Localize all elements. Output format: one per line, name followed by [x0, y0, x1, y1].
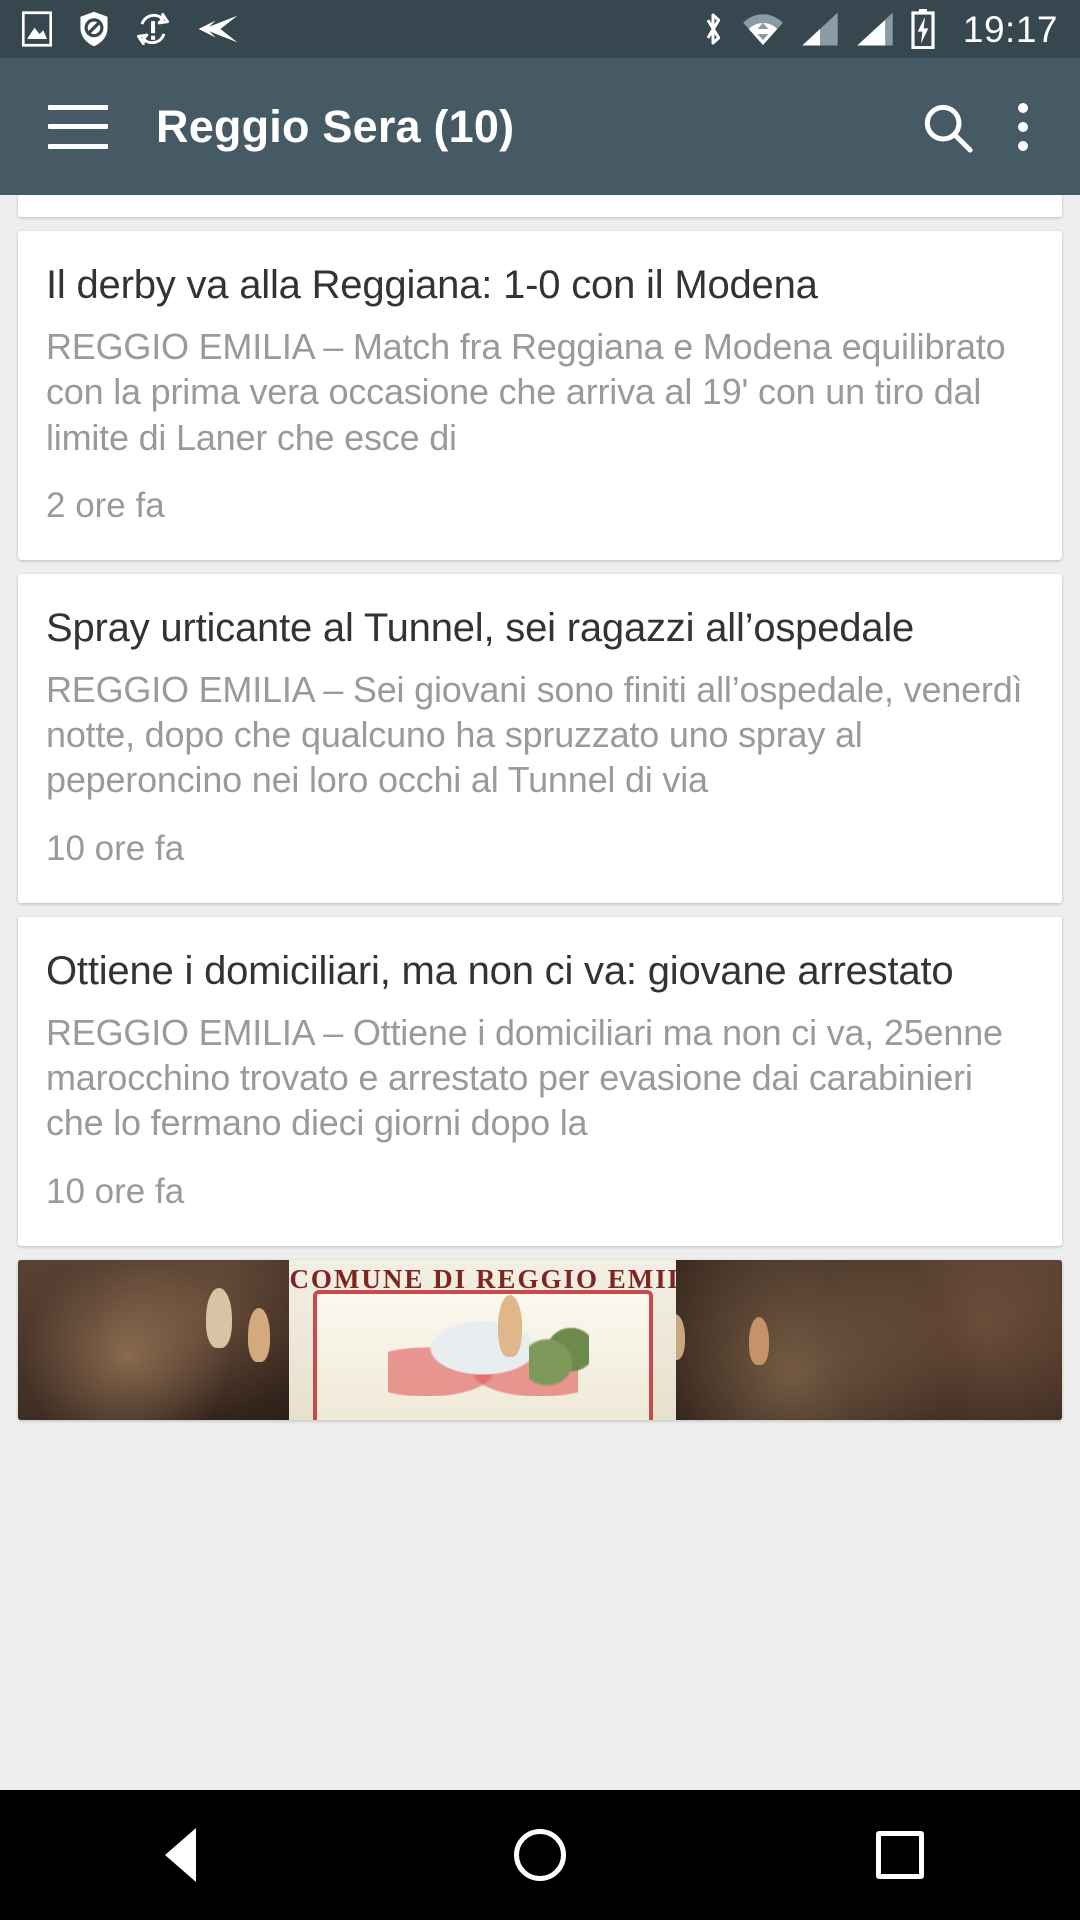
article-photo: COMUNE DI REGGIO EMILIA: [18, 1259, 1062, 1420]
article-title: Spray urticante al Tunnel, sei ragazzi a…: [46, 605, 915, 650]
list-item[interactable]: Ottiene i domiciliari, ma non ci va: gio…: [18, 916, 1062, 1246]
list-item-partial-top[interactable]: [18, 195, 1062, 217]
article-summary: REGGIO EMILIA – Match fra Reggiana e Mod…: [46, 325, 1006, 458]
article-summary: REGGIO EMILIA – Sei giovani sono finiti …: [46, 668, 1023, 801]
photo-right-panel: [247, 1259, 1062, 1420]
banner-caption: COMUNE DI REGGIO EMILIA: [289, 1263, 675, 1294]
app-bar: Reggio Sera (10): [0, 58, 1080, 195]
photo-banner-panel: COMUNE DI REGGIO EMILIA: [289, 1259, 676, 1420]
sync-alert-icon: [136, 12, 170, 46]
article-list[interactable]: Il derby va alla Reggiana: 1-0 con il Mo…: [0, 195, 1080, 1450]
search-icon[interactable]: [920, 100, 974, 154]
list-item-image[interactable]: COMUNE DI REGGIO EMILIA: [18, 1259, 1062, 1420]
android-navigation-bar: [0, 1790, 1080, 1920]
wifi-transfer-icon: [743, 14, 783, 46]
page-title: Reggio Sera (10): [156, 100, 515, 152]
article-title: Il derby va alla Reggiana: 1-0 con il Mo…: [46, 263, 818, 307]
shield-block-icon: [80, 11, 108, 47]
status-bar: 19:17: [0, 0, 1080, 58]
status-clock: 19:17: [962, 8, 1058, 50]
phone-screen: 19:17 Reggio Sera (10) Il derby va alla …: [0, 0, 1080, 1920]
back-button[interactable]: [120, 1790, 240, 1920]
app-bar-actions: [920, 100, 1050, 154]
article-title: Ottiene i domiciliari, ma non ci va: gio…: [46, 948, 954, 993]
home-button[interactable]: [480, 1790, 600, 1920]
article-timestamp: 10 ore fa: [46, 828, 185, 868]
bluetooth-icon: [706, 13, 721, 45]
banner-leaf-ornament: [528, 1323, 589, 1388]
hamburger-menu-icon[interactable]: [48, 104, 108, 149]
list-item[interactable]: Il derby va alla Reggiana: 1-0 con il Mo…: [18, 231, 1062, 560]
list-item[interactable]: Spray urticante al Tunnel, sei ragazzi a…: [18, 573, 1062, 903]
arrow-left-media-icon: [198, 15, 238, 43]
article-timestamp: 10 ore fa: [46, 1171, 185, 1211]
signal-bars-icon-2: [857, 12, 893, 46]
article-summary: REGGIO EMILIA – Ottiene i domiciliari ma…: [46, 1011, 1003, 1144]
article-timestamp: 2 ore fa: [46, 485, 165, 525]
battery-charging-icon: [911, 9, 935, 49]
status-icons-right: 19:17: [701, 9, 1058, 49]
more-vertical-icon[interactable]: [1018, 102, 1028, 151]
status-icons-left: [22, 10, 240, 48]
recents-button[interactable]: [840, 1790, 960, 1920]
signal-bars-icon-1: [802, 12, 838, 46]
image-icon: [22, 11, 52, 47]
